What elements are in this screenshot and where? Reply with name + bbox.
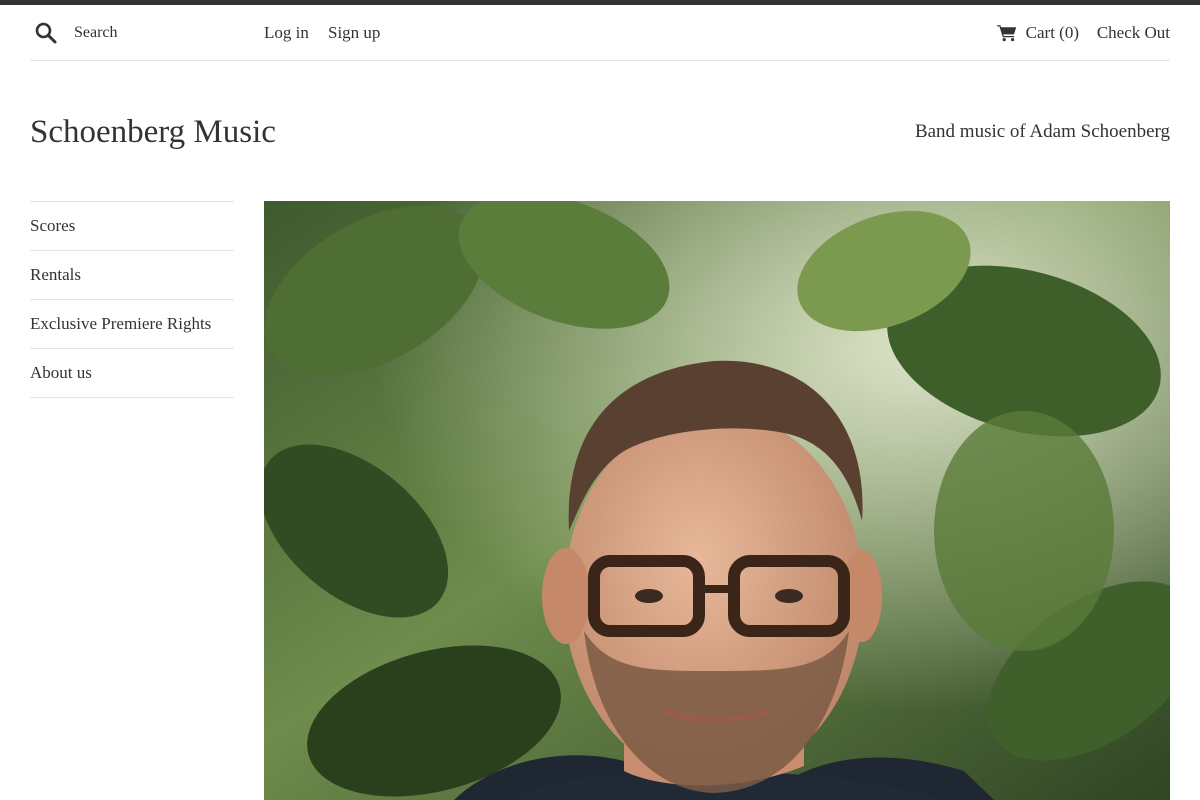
signup-link[interactable]: Sign up [328, 21, 380, 45]
cart-label: Cart (0) [1025, 23, 1079, 42]
site-title[interactable]: Schoenberg Music [30, 110, 276, 154]
sidebar-item-about-us[interactable]: About us [30, 349, 234, 398]
cart-link[interactable]: Cart (0) [996, 21, 1079, 45]
search-icon[interactable] [34, 21, 58, 45]
cart-icon [996, 25, 1016, 42]
sidebar-item-rentals[interactable]: Rentals [30, 251, 234, 300]
checkout-link[interactable]: Check Out [1097, 21, 1170, 45]
portrait-photo [264, 201, 1170, 800]
sidebar-item-exclusive-premiere-rights[interactable]: Exclusive Premiere Rights [30, 300, 234, 349]
site-tagline: Band music of Adam Schoenberg [914, 121, 1170, 142]
login-link[interactable]: Log in [264, 21, 309, 45]
sidebar-nav: Scores Rentals Exclusive Premiere Rights… [30, 201, 234, 398]
hero-image [264, 201, 1170, 800]
sidebar-item-scores[interactable]: Scores [30, 202, 234, 251]
search-input[interactable] [74, 21, 254, 45]
site-header: Log in Sign up Cart (0) Check Out [30, 5, 1170, 61]
